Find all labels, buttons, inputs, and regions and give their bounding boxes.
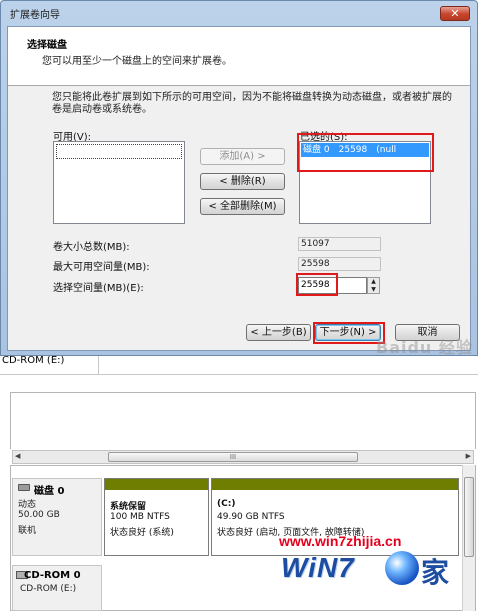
horizontal-scrollbar[interactable]: ◀ III ▶ [12,450,474,464]
remove-button[interactable]: < 删除(R) [200,173,285,190]
add-button[interactable]: 添加(A) > [200,148,285,165]
cdrom-subtitle: CD-ROM (E:) [20,584,77,594]
scroll-left-icon[interactable]: ◀ [15,452,20,460]
max-space-field: 25598 [298,257,381,271]
dialog-title: 扩展卷向导 [10,10,60,21]
site-url-watermark: www.win7zhijia.cn [279,533,402,549]
highlight-box-next [313,322,385,344]
wizard-page-title: 选择磁盘 [27,40,67,51]
stepper-up-icon[interactable]: ▲ [368,278,379,286]
disk0-type: 动态 [18,500,37,510]
total-size-label: 卷大小总数(MB): [53,242,130,253]
scrollbar-thumb[interactable]: III [108,452,358,462]
partition-bar [212,479,458,490]
description-text: 您只能将此卷扩展到如下所示的可用空间，因为不能将磁盘转换为动态磁盘，或者被扩展的… [52,92,452,115]
stepper-down-icon[interactable]: ▼ [368,286,379,294]
disk0-size: 50.00 GB [18,510,60,520]
scroll-right-icon[interactable]: ▶ [466,452,471,460]
partition-status: 状态良好 (系统) [110,528,174,538]
close-button[interactable]: ✕ [440,6,470,21]
max-space-label: 最大可用空间量(MB): [53,262,150,273]
partition-name: (C:) [217,499,236,509]
back-button[interactable]: < 上一步(B) [246,324,311,341]
remove-all-button[interactable]: < 全部删除(M) [200,198,285,215]
disk0-status: 联机 [18,526,37,536]
vertical-scrollbar[interactable] [462,465,475,611]
baidu-watermark: Baidu 经验 [376,338,473,357]
logo-jia-text: 家 [421,556,450,589]
partition-size: 49.90 GB NTFS [217,512,285,522]
windows-orb-icon [385,551,419,585]
cdrom-row-label: CD-ROM (E:) [2,355,65,366]
select-space-stepper[interactable]: ▲ ▼ [367,277,380,294]
wizard-page-subtitle: 您可以用至少一个磁盘上的空间来扩展卷。 [42,56,232,67]
partition-size: 100 MB NTFS [110,512,170,522]
partition-system-reserved[interactable]: 系统保留 100 MB NTFS 状态良好 (系统) [104,478,209,556]
screenshot-root: 动 5 联 CD-ROM (E:) 扩展卷向导 ✕ 选择磁盘 您可以用至少一个磁… [0,0,478,611]
highlight-box-selected [297,133,434,172]
partition-name: 系统保留 [110,502,147,512]
win7-logo-text: WiN7 [281,552,355,583]
total-size-field: 51097 [298,237,381,251]
partition-bar [105,479,208,490]
vertical-scrollbar-thumb[interactable] [464,477,474,557]
volume-list-area [10,392,476,449]
highlight-box-space [296,273,338,296]
cdrom-title: CD-ROM 0 [24,570,81,581]
focus-rectangle [56,144,182,159]
select-space-label: 选择空间量(MB)(E): [53,283,144,294]
column-separator [98,353,99,375]
disk0-title: 磁盘 0 [34,486,65,497]
